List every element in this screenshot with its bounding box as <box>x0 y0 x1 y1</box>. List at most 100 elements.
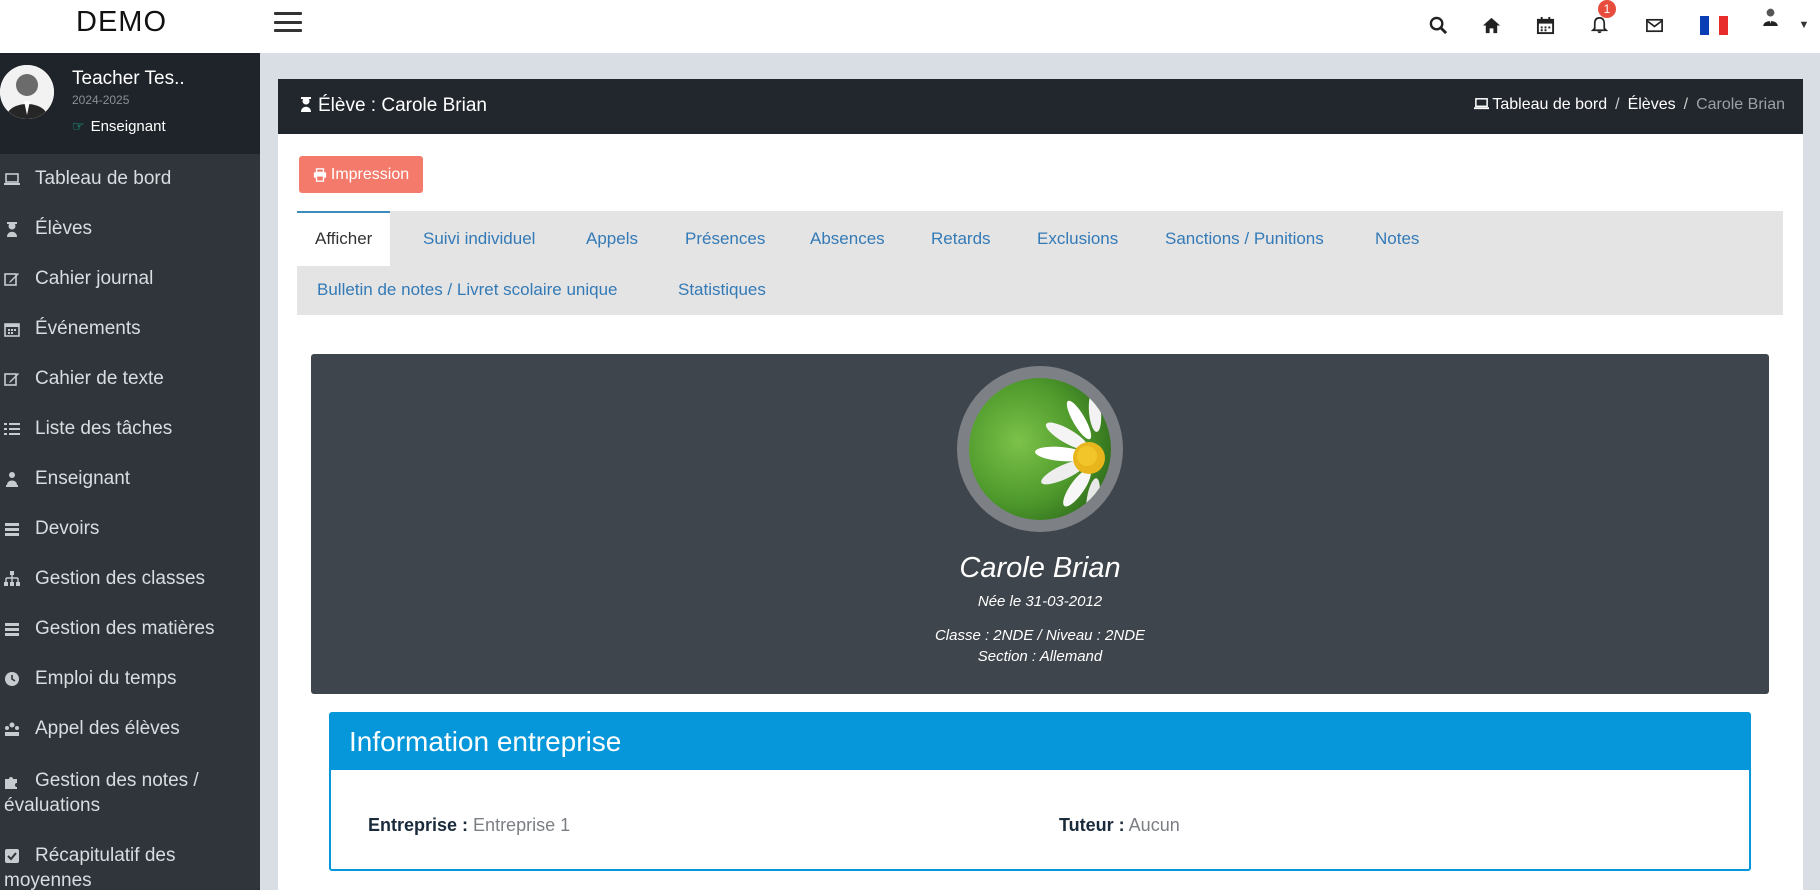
tab-statistiques[interactable]: Statistiques <box>678 280 766 300</box>
page-title-text: Élève : Carole Brian <box>318 95 487 116</box>
company-label: Entreprise : <box>368 815 469 835</box>
tab-presences[interactable]: Présences <box>685 229 765 249</box>
sidebar-item-label: Enseignant <box>35 468 131 489</box>
user-role-label: Enseignant <box>90 118 166 135</box>
calendar-icon <box>4 321 35 337</box>
sidebar-item-label: Gestion des notes / évaluations <box>4 770 199 816</box>
sidebar-item-appel-des-eleves[interactable]: Appel des élèves <box>0 704 260 754</box>
breadcrumb: Tableau de bord / Élèves / Carole Brian <box>1474 96 1785 114</box>
puzzle-icon <box>4 768 35 789</box>
tutor-label: Tuteur : <box>1059 815 1125 835</box>
sidebar-item-gestion-des-notes[interactable]: Gestion des notes / évaluations <box>0 754 260 829</box>
sidebar-item-devoirs[interactable]: Devoirs <box>0 504 260 554</box>
tab-retards[interactable]: Retards <box>931 229 991 249</box>
breadcrumb-separator: / <box>1683 96 1689 113</box>
sidebar-nav: Tableau de bord Élèves Cahier journal Év… <box>0 154 260 890</box>
sidebar-item-label: Gestion des classes <box>35 568 206 589</box>
top-navbar: DEMO 1 ▼ <box>0 0 1820 53</box>
calendar-icon[interactable] <box>1530 10 1560 40</box>
bell-icon[interactable]: 1 <box>1584 0 1616 40</box>
sitemap-icon <box>4 571 35 587</box>
sidebar-item-label: Élèves <box>35 218 93 239</box>
sidebar-item-evenements[interactable]: Événements <box>0 304 260 354</box>
chevron-down-icon[interactable]: ▼ <box>1789 10 1819 40</box>
tutor-value: Aucun <box>1128 815 1180 835</box>
clock-icon <box>4 671 35 687</box>
sidebar-item-eleves[interactable]: Élèves <box>0 204 260 254</box>
sidebar-item-tableau-de-bord[interactable]: Tableau de bord <box>0 154 260 204</box>
avatar <box>0 65 54 119</box>
student-photo <box>957 366 1123 532</box>
user-role: ☞ Enseignant <box>72 118 166 135</box>
sidebar-item-label: Tableau de bord <box>35 168 172 189</box>
print-button[interactable]: Impression <box>299 156 423 193</box>
company-row: Entreprise : Entreprise 1 <box>368 815 570 836</box>
student-class-level: Classe : 2NDE / Niveau : 2NDE <box>934 627 1146 644</box>
sidebar-item-cahier-de-texte[interactable]: Cahier de texte <box>0 354 260 404</box>
sidebar-item-label: Liste des tâches <box>35 418 173 439</box>
edit-icon <box>4 271 35 287</box>
sidebar-item-recapitulatif-des-moyennes[interactable]: Récapitulatif des moyennes <box>0 829 260 890</box>
sidebar-item-label: Événements <box>35 318 141 339</box>
group-icon <box>4 721 35 737</box>
tab-notes[interactable]: Notes <box>1375 229 1419 249</box>
sidebar-item-emploi-du-temps[interactable]: Emploi du temps <box>0 654 260 704</box>
sidebar-item-label: Cahier de texte <box>35 368 164 389</box>
tab-bulletin[interactable]: Bulletin de notes / Livret scolaire uniq… <box>317 280 618 300</box>
student-section: Section : Allemand <box>977 648 1103 665</box>
sidebar-item-label: Gestion des matières <box>35 618 215 639</box>
sidebar-item-label: Devoirs <box>35 518 100 539</box>
print-button-label: Impression <box>330 165 410 183</box>
home-icon[interactable] <box>1476 10 1506 40</box>
page-header: Élève : Carole Brian Tableau de bord / Élè… <box>278 79 1803 134</box>
sidebar-item-gestion-des-classes[interactable]: Gestion des classes <box>0 554 260 604</box>
flag-fr-icon[interactable] <box>1699 10 1729 40</box>
sidebar-item-label: Appel des élèves <box>35 718 180 739</box>
tab-appels[interactable]: Appels <box>586 229 638 249</box>
sidebar-item-enseignant[interactable]: Enseignant <box>0 454 260 504</box>
stack-icon <box>4 521 35 537</box>
sidebar-profile: Teacher Tes.. 2024-2025 ☞ Enseignant <box>0 53 260 154</box>
teacher-icon <box>4 471 35 487</box>
print-icon <box>313 167 326 182</box>
tab-sanctions-punitions[interactable]: Sanctions / Punitions <box>1165 229 1324 249</box>
tab-exclusions[interactable]: Exclusions <box>1037 229 1118 249</box>
search-icon[interactable] <box>1423 10 1453 40</box>
mail-icon[interactable] <box>1639 10 1669 40</box>
laptop-icon <box>4 171 35 187</box>
student-icon <box>301 97 311 112</box>
tab-bar: Afficher Suivi individuel Appels Présenc… <box>297 211 1783 315</box>
page-title: Élève : Carole Brian <box>298 95 487 117</box>
sidebar-item-cahier-journal[interactable]: Cahier journal <box>0 254 260 304</box>
tutor-row: Tuteur : Aucun <box>1059 815 1180 836</box>
app-logo[interactable]: DEMO <box>76 6 167 39</box>
breadcrumb-students[interactable]: Élèves <box>1628 96 1676 113</box>
student-name: Carole Brian <box>959 552 1121 584</box>
sidebar: Teacher Tes.. 2024-2025 ☞ Enseignant Tabl… <box>0 53 260 890</box>
edit-icon <box>4 371 35 387</box>
sidebar-item-label: Cahier journal <box>35 268 154 289</box>
notification-badge: 1 <box>1598 0 1616 18</box>
tab-absences[interactable]: Absences <box>810 229 885 249</box>
sidebar-item-gestion-des-matieres[interactable]: Gestion des matières <box>0 604 260 654</box>
breadcrumb-dashboard[interactable]: Tableau de bord <box>1492 96 1607 113</box>
menu-toggle-icon[interactable] <box>274 12 302 32</box>
company-value: Entreprise 1 <box>473 815 571 835</box>
check-square-icon <box>4 843 35 864</box>
tab-afficher[interactable]: Afficher <box>297 211 391 266</box>
daisy-photo <box>969 378 1111 520</box>
company-info-box: Information entreprise Entreprise : Entr… <box>329 712 1751 871</box>
user-avatar[interactable] <box>1761 6 1791 42</box>
laptop-icon <box>1474 98 1490 110</box>
user-name: Teacher Tes.. <box>72 68 185 89</box>
breadcrumb-current: Carole Brian <box>1696 96 1785 113</box>
hand-point-icon: ☞ <box>72 118 85 134</box>
sidebar-item-label: Récapitulatif des moyennes <box>4 845 176 890</box>
sidebar-item-liste-des-taches[interactable]: Liste des tâches <box>0 404 260 454</box>
tab-suivi-individuel[interactable]: Suivi individuel <box>423 229 535 249</box>
sidebar-item-label: Emploi du temps <box>35 668 177 689</box>
company-info-heading: Information entreprise <box>331 714 1749 770</box>
student-icon <box>4 221 35 237</box>
student-birth-date: Née le 31-03-2012 <box>977 593 1103 610</box>
stack-icon <box>4 621 35 637</box>
